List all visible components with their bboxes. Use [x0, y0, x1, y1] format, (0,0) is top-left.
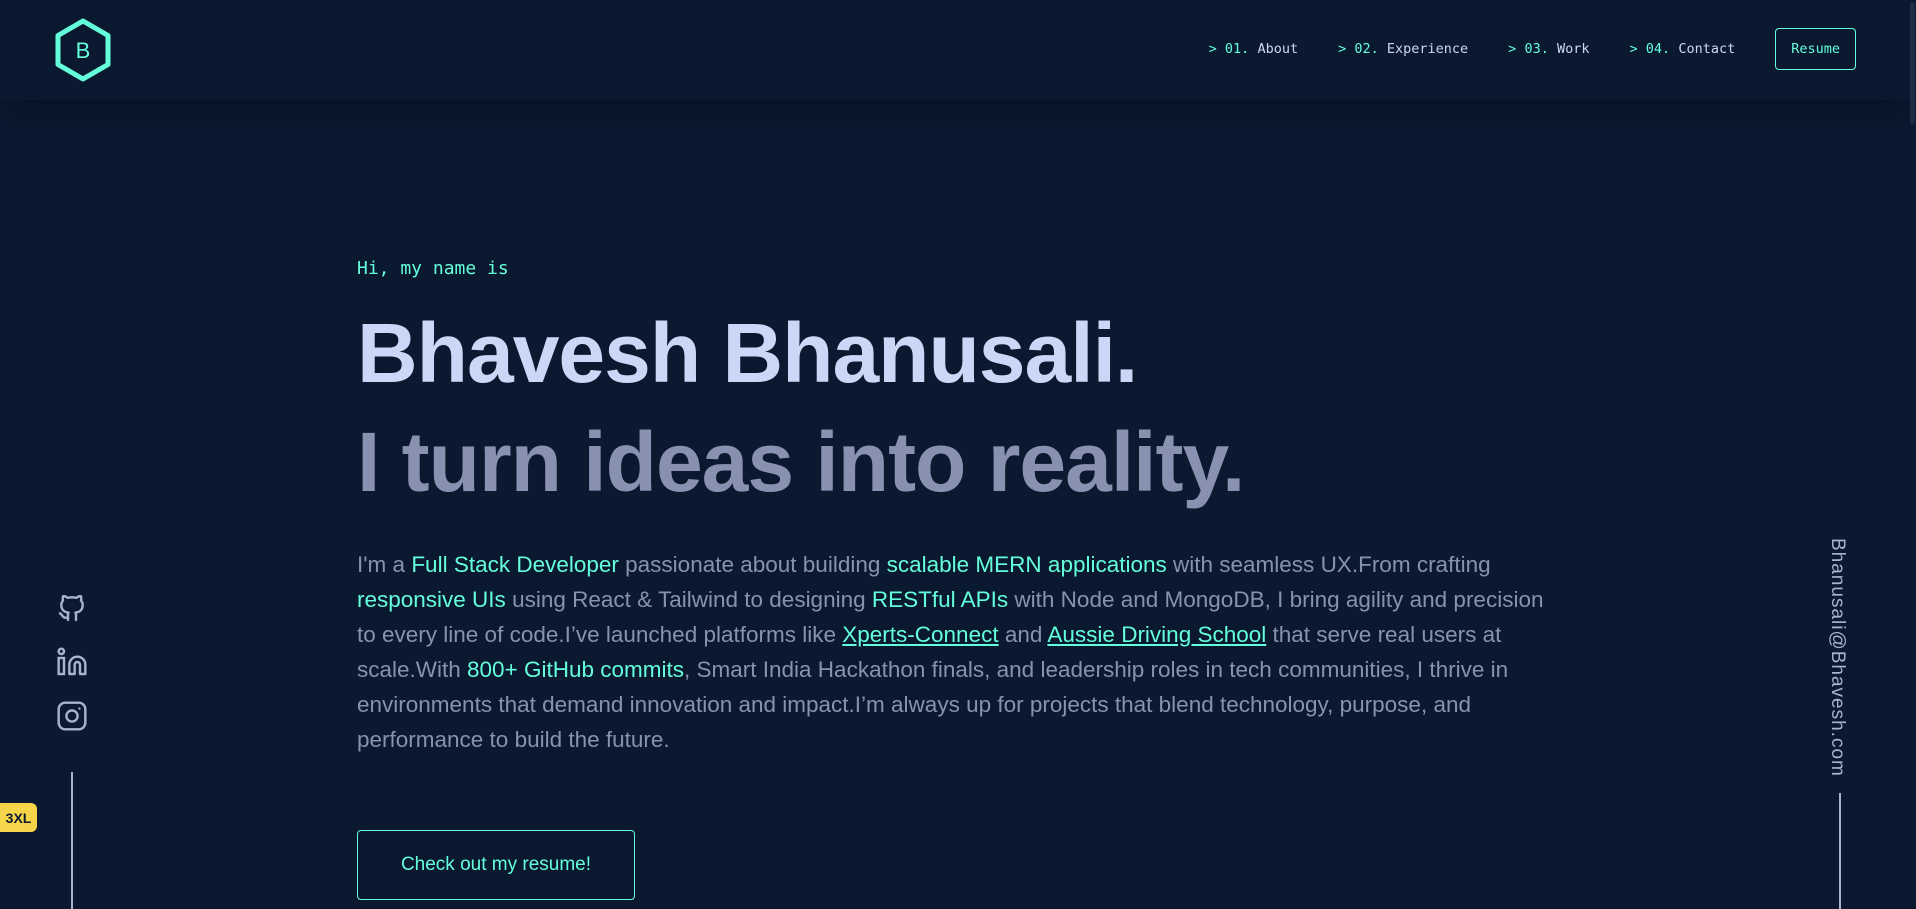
nav-prefix: >: [1629, 41, 1638, 57]
resume-button[interactable]: Resume: [1775, 28, 1856, 70]
bio-highlight: 800+ GitHub commits: [467, 657, 684, 682]
bio-text: passionate about building: [618, 552, 887, 577]
hero-tagline: I turn ideas into reality.: [357, 415, 1245, 509]
instagram-icon[interactable]: [56, 700, 88, 732]
resume-cta-button[interactable]: Check out my resume!: [357, 830, 635, 900]
nav-label: Work: [1556, 41, 1590, 57]
nav-label: Contact: [1678, 41, 1736, 57]
hero-greeting: Hi, my name is: [357, 258, 509, 279]
hero-section: Hi, my name is Bhavesh Bhanusali. I turn…: [357, 258, 1557, 780]
social-links: [56, 592, 88, 754]
nav-prefix: >: [1508, 41, 1517, 57]
bio-project-link[interactable]: Xperts-Connect: [842, 622, 998, 647]
nav-number: 04.: [1645, 41, 1671, 57]
bio-highlight: responsive UIs: [357, 587, 506, 612]
nav-prefix: >: [1338, 41, 1347, 57]
scrollbar[interactable]: [1910, 0, 1916, 909]
scrollbar-thumb[interactable]: [1910, 2, 1915, 124]
left-divider-line: [71, 772, 73, 909]
nav-number: 01.: [1224, 41, 1250, 57]
github-icon[interactable]: [56, 592, 88, 624]
nav-prefix: >: [1208, 41, 1217, 57]
bio-text: with seamless UX.From crafting: [1166, 552, 1491, 577]
bio-highlight: Full Stack Developer: [411, 552, 619, 577]
nav-number: 03.: [1524, 41, 1549, 57]
nav-item-work[interactable]: > 03. Work: [1508, 41, 1589, 57]
hero-bio: I'm a Full Stack Developer passionate ab…: [357, 547, 1557, 757]
breakpoint-badge: 3XL: [0, 803, 37, 832]
bio-text: using React & Tailwind to designing: [505, 587, 872, 612]
nav-item-experience[interactable]: > 02. Experience: [1338, 41, 1468, 57]
bio-text: I'm a: [357, 552, 412, 577]
right-divider-line: [1839, 793, 1841, 909]
linkedin-icon[interactable]: [56, 646, 88, 678]
logo-hexagon-icon[interactable]: B: [54, 18, 112, 82]
nav-label: Experience: [1386, 41, 1469, 57]
bio-highlight: scalable MERN applications: [886, 552, 1167, 577]
hero-name: Bhavesh Bhanusali.: [357, 306, 1138, 400]
nav-number: 02.: [1354, 41, 1379, 57]
bio-project-link[interactable]: Aussie Driving School: [1047, 622, 1266, 647]
bio-highlight: RESTful APIs: [871, 587, 1009, 612]
logo-letter: B: [76, 38, 91, 63]
nav-item-about[interactable]: > 01. About: [1209, 41, 1298, 57]
main-nav: > 01. About > 02. Experience > 03. Work …: [1169, 28, 1856, 70]
nav-item-contact[interactable]: > 04. Contact: [1630, 41, 1736, 57]
site-header: B > 01. About > 02. Experience > 03. Wor…: [0, 0, 1916, 100]
nav-label: About: [1257, 41, 1299, 57]
email-link[interactable]: Bhanusali@Bhavesh.com: [1826, 538, 1848, 777]
bio-text: and: [998, 622, 1048, 647]
